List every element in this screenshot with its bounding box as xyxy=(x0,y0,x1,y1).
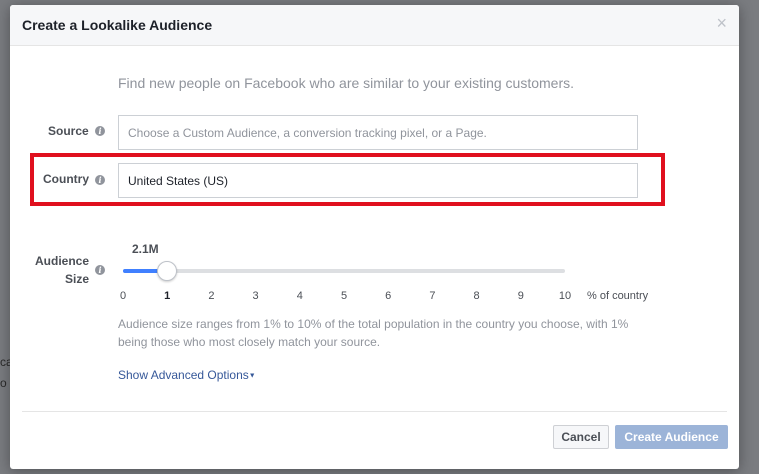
slider-tick-label: 9 xyxy=(517,290,524,302)
audience-size-slider[interactable] xyxy=(123,261,565,281)
audience-size-label-line1: Audience xyxy=(35,254,90,268)
create-audience-button[interactable]: Create Audience xyxy=(615,425,728,449)
dialog-header: Create a Lookalike Audience × xyxy=(10,5,739,46)
footer-divider xyxy=(22,411,727,412)
slider-tick-label: 5 xyxy=(340,290,348,302)
slider-tick-label: 6 xyxy=(385,290,392,302)
slider-tick-label: 7 xyxy=(429,290,436,302)
slider-tick-label: 1 xyxy=(164,290,171,302)
slider-tick-label: 8 xyxy=(473,290,480,302)
close-icon[interactable]: × xyxy=(716,14,727,32)
advanced-options-label: Show Advanced Options xyxy=(118,368,249,382)
show-advanced-options-link[interactable]: Show Advanced Options▼ xyxy=(118,368,256,382)
slider-tick-label: 4 xyxy=(296,290,303,302)
info-icon[interactable]: i xyxy=(95,265,105,275)
slider-unit-label: % of country xyxy=(587,290,649,302)
slider-tick-label: 3 xyxy=(252,290,259,302)
background-text-fragment: o xyxy=(0,376,7,390)
lookalike-audience-dialog: Create a Lookalike Audience × Find new p… xyxy=(10,5,739,469)
info-icon[interactable]: i xyxy=(95,175,105,185)
audience-size-estimate: 2.1M xyxy=(132,242,159,256)
slider-tick-label: 10 xyxy=(558,290,572,302)
slider-handle[interactable] xyxy=(157,261,178,281)
dialog-title: Create a Lookalike Audience xyxy=(22,17,213,33)
audience-size-label-line2: Size xyxy=(65,272,90,286)
intro-text: Find new people on Facebook who are simi… xyxy=(118,75,574,91)
slider-tick-label: 0 xyxy=(119,290,127,302)
source-input[interactable] xyxy=(118,115,638,150)
info-icon[interactable]: i xyxy=(95,126,105,136)
country-label: Country xyxy=(43,172,89,186)
caret-down-icon: ▼ xyxy=(248,372,256,380)
country-input[interactable] xyxy=(118,163,638,198)
cancel-button[interactable]: Cancel xyxy=(553,425,609,449)
slider-tick-label: 2 xyxy=(208,290,215,302)
audience-size-help-text: Audience size ranges from 1% to 10% of t… xyxy=(118,317,629,349)
source-label: Source xyxy=(48,124,89,138)
